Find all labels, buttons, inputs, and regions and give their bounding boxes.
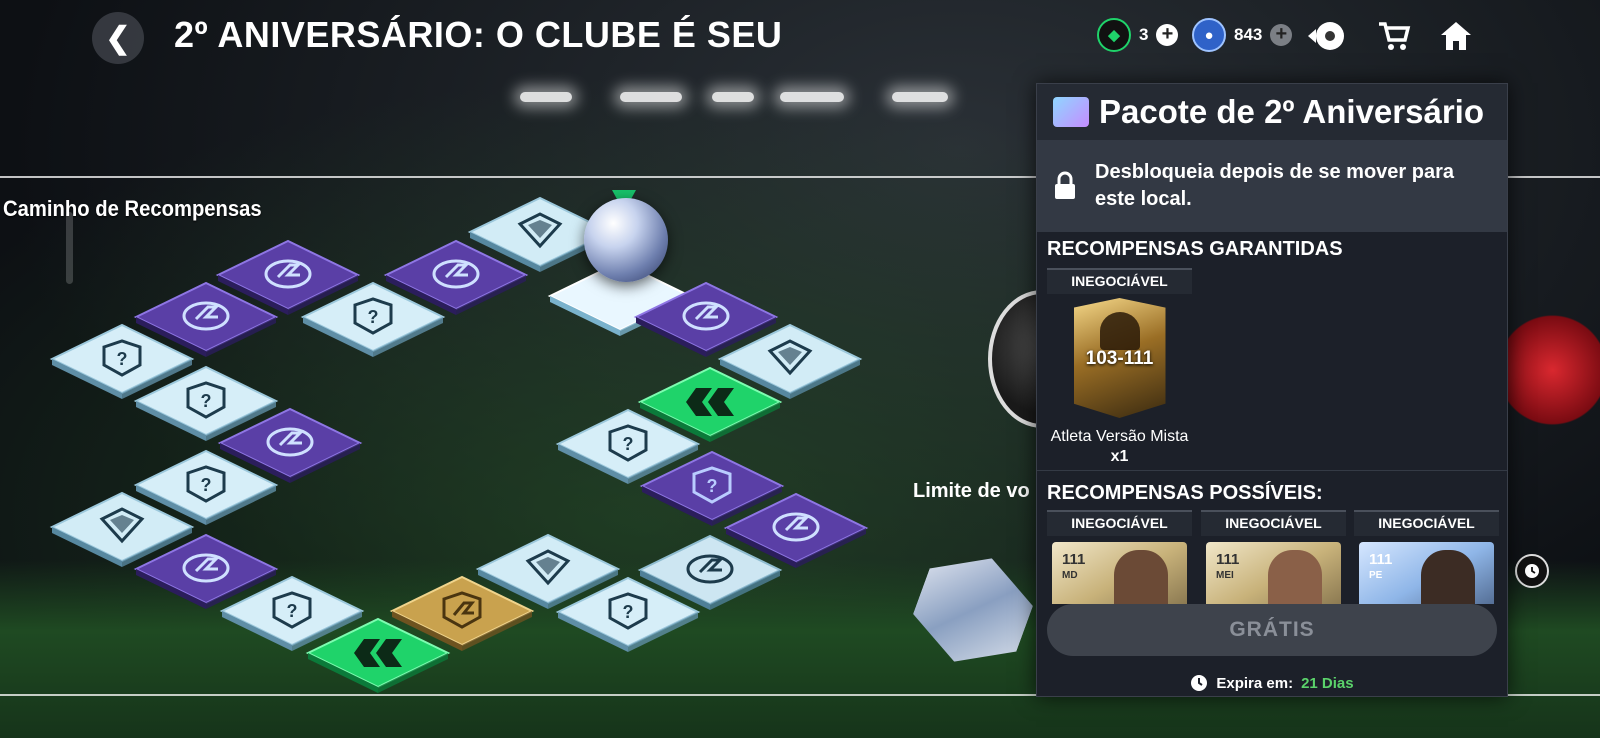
section-divider [1037,470,1507,471]
expiry-value: 21 Dias [1301,674,1354,692]
svg-text:?: ? [623,602,634,622]
reward-board: ? ? ? ? ? ? ? ? [0,180,1000,700]
player-photo [1268,550,1322,604]
svg-text:?: ? [201,391,212,411]
stadium-light [520,92,572,102]
guaranteed-reward-item[interactable]: INEGOCIÁVEL 103-111 Atleta Versão Mista … [1047,268,1192,466]
svg-text:?: ? [623,434,634,454]
pack-detail-panel: Pacote de 2º Aniversário Desbloqueia dep… [1036,83,1508,697]
lock-icon [1055,171,1075,199]
panel-title: Pacote de 2º Aniversário [1099,93,1484,130]
stadium-light [892,92,948,102]
svg-text:?: ? [201,475,212,495]
page-title: 2º ANIVERSÁRIO: O CLUBE É SEU [174,14,783,55]
lock-text: Desbloqueia depois de se mover para este… [1095,161,1455,210]
card-position: MEI [1216,570,1234,581]
board-tile-question[interactable]: ? [555,574,701,652]
card-rating: 111 [1216,551,1240,568]
token-counter[interactable]: ◆ 3 + [1097,18,1179,52]
player-card: 111 MEI [1206,542,1341,604]
svg-text:?: ? [707,476,718,496]
player-photo [1114,550,1168,604]
chevron-left-icon: ❮ [105,21,131,55]
player-card: 111 MD [1052,542,1187,604]
player-card: 103-111 [1073,298,1166,418]
board-tile-question[interactable]: ? [300,279,446,357]
stadium-light [780,92,844,102]
plus-icon[interactable]: + [1270,24,1293,46]
limit-label: Limite de vo [913,480,1030,502]
player-card: 111 PE [1359,542,1494,604]
player-silhouette [1099,312,1140,350]
player-photo [1421,550,1475,604]
possible-rewards-title: RECOMPENSAS POSSÍVEIS: [1047,482,1323,504]
card-rating: 111 [1062,551,1086,568]
home-icon[interactable] [1436,16,1476,56]
fc-token-icon: ◆ [1097,18,1131,52]
board-tile-boost[interactable] [305,615,451,693]
coin-count: 843 [1234,25,1263,44]
possible-reward-item[interactable]: INEGOCIÁVEL 111 MD [1047,510,1192,604]
gems-decoration [1505,310,1600,430]
possible-reward-item[interactable]: INEGOCIÁVEL 111 PE [1354,510,1499,604]
expiry-label: Expira em: [1216,674,1294,692]
guaranteed-rewards-title: RECOMPENSAS GARANTIDAS [1047,238,1343,260]
stadium-light [620,92,682,102]
clock-icon[interactable] [1515,554,1549,588]
untradeable-tag: INEGOCIÁVEL [1047,268,1192,294]
coin-counter[interactable]: ● 843 + [1192,18,1293,52]
card-quantity: x1 [1110,448,1129,465]
possible-reward-item[interactable]: INEGOCIÁVEL 111 MEI [1201,510,1346,604]
panel-header: Pacote de 2º Aniversário [1037,84,1507,140]
svg-text:?: ? [287,601,298,621]
football-coin-icon: ● [1192,18,1226,52]
card-position: PE [1369,570,1383,581]
untradeable-tag: INEGOCIÁVEL [1354,510,1499,536]
untradeable-tag: INEGOCIÁVEL [1047,510,1192,536]
untradeable-tag: INEGOCIÁVEL [1201,510,1346,536]
ball-pack-icon[interactable] [1306,16,1346,56]
svg-text:?: ? [368,307,379,327]
pack-icon [1053,97,1089,127]
card-rating: 111 [1369,551,1393,568]
card-name: Atleta Versão Mista [1050,428,1189,445]
token-count: 3 [1139,25,1149,44]
free-claim-button[interactable]: GRÁTIS [1047,604,1497,656]
plus-icon[interactable]: + [1156,24,1179,46]
back-button[interactable]: ❮ [92,12,144,64]
card-position: MD [1062,570,1078,581]
expiry-row: Expira em: 21 Dias [1037,674,1507,692]
card-rating: 103-111 [1085,348,1154,369]
svg-text:?: ? [117,349,128,369]
cart-icon[interactable] [1374,16,1414,56]
lock-notice: Desbloqueia depois de se mover para este… [1037,140,1507,232]
stadium-light [712,92,754,102]
clock-icon [1191,675,1208,691]
player-ball-token [584,198,668,282]
